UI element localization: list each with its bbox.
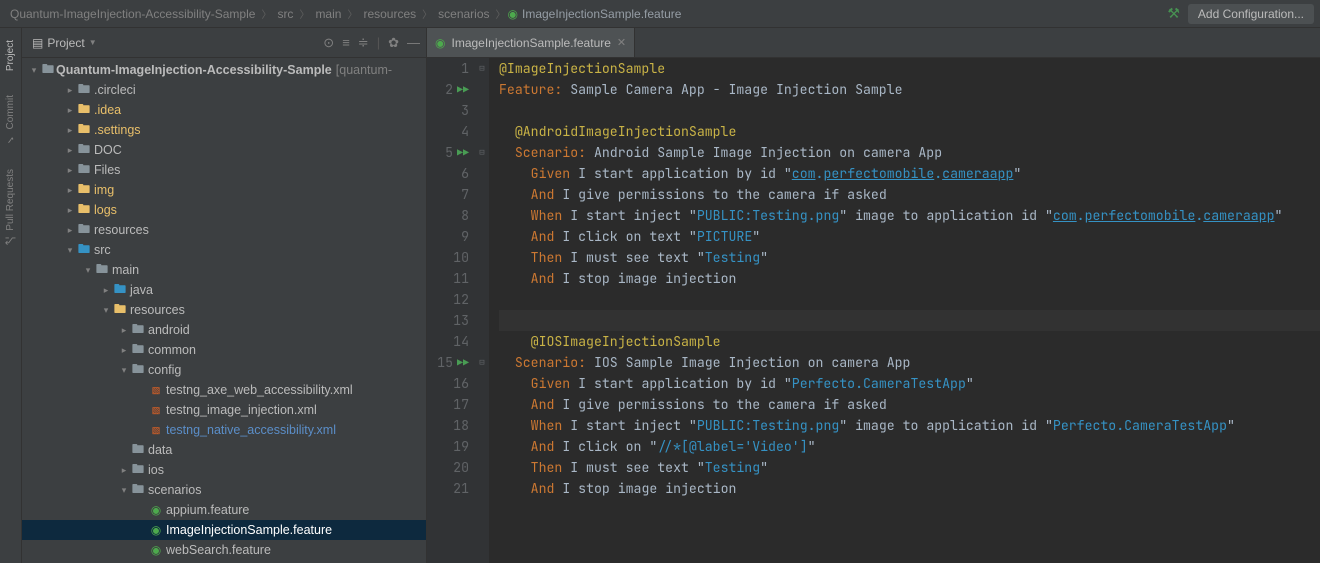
project-header: ▤ Project ▼ ⊙ ≡ ≑ | ✿ — xyxy=(22,28,426,58)
editor: ◉ ImageInjectionSample.feature ✕ 12▶▶345… xyxy=(427,28,1320,563)
tree-item[interactable]: ▾🖿config xyxy=(22,360,426,380)
chevron-right-icon: 〉 xyxy=(496,6,506,21)
tree-item[interactable]: ▾🖿scenarios xyxy=(22,480,426,500)
tree-item[interactable]: ▸🖿resources xyxy=(22,220,426,240)
cucumber-icon: ◉ xyxy=(435,36,445,50)
tree-item[interactable]: ▧testng_axe_web_accessibility.xml xyxy=(22,380,426,400)
tree-item[interactable]: ▸🖿img xyxy=(22,180,426,200)
breadcrumb-item[interactable]: resources xyxy=(359,5,420,23)
project-icon: ▤ xyxy=(32,36,43,50)
tool-window-rail: Project ✓Commit ⎇Pull Requests xyxy=(0,28,22,563)
collapse-all-icon[interactable]: ≑ xyxy=(358,35,369,51)
chevron-down-icon: ▼ xyxy=(89,38,97,47)
top-bar: Quantum-ImageInjection-Accessibility-Sam… xyxy=(0,0,1320,28)
tree-item[interactable]: ▸🖿.settings xyxy=(22,120,426,140)
tree-item[interactable]: ▾🖿main xyxy=(22,260,426,280)
top-right-toolbar: ⚒ Add Configuration... xyxy=(1167,4,1314,24)
tree-item[interactable]: ▸🖿DOC xyxy=(22,140,426,160)
rail-project[interactable]: Project xyxy=(5,40,16,71)
tree-item[interactable]: ▧testng_native_accessibility.xml xyxy=(22,420,426,440)
breadcrumb-file[interactable]: ◉ ImageInjectionSample.feature xyxy=(508,7,682,21)
tree-item[interactable]: ◉appium.feature xyxy=(22,500,426,520)
tree-item[interactable]: ▾🖿resources xyxy=(22,300,426,320)
chevron-right-icon: 〉 xyxy=(422,6,432,21)
breadcrumb-item[interactable]: main xyxy=(311,5,345,23)
tree-item[interactable]: ▸🖿Files xyxy=(22,160,426,180)
tree-item[interactable]: ▸🖿.idea xyxy=(22,100,426,120)
breadcrumb-file-label: ImageInjectionSample.feature xyxy=(522,7,681,21)
chevron-right-icon: 〉 xyxy=(299,6,309,21)
build-icon[interactable]: ⚒ xyxy=(1167,5,1180,22)
tree-item[interactable]: ▸🖿ios xyxy=(22,460,426,480)
gutter-line-numbers[interactable]: 12▶▶345▶▶6789101112131415▶▶161718192021 xyxy=(427,58,475,563)
settings-icon[interactable]: ✿ xyxy=(388,35,399,51)
tree-item[interactable]: ▸🖿common xyxy=(22,340,426,360)
tree-item[interactable]: ▸🖿android xyxy=(22,320,426,340)
rail-pull-requests[interactable]: ⎇Pull Requests xyxy=(5,169,16,246)
tree-item[interactable]: ▧testng_image_injection.xml xyxy=(22,400,426,420)
tree-item[interactable]: 🖿data xyxy=(22,440,426,460)
breadcrumbs: Quantum-ImageInjection-Accessibility-Sam… xyxy=(6,5,1167,23)
tree-root[interactable]: ▾🖿Quantum-ImageInjection-Accessibility-S… xyxy=(22,60,426,80)
code-area: 12▶▶345▶▶6789101112131415▶▶161718192021 … xyxy=(427,58,1320,563)
tree-item[interactable]: ▸🖿logs xyxy=(22,200,426,220)
tree-item[interactable]: ◉webSearch.feature xyxy=(22,540,426,560)
add-configuration-button[interactable]: Add Configuration... xyxy=(1188,4,1314,24)
project-tool-window: ▤ Project ▼ ⊙ ≡ ≑ | ✿ — ▾🖿Quantum-ImageI… xyxy=(22,28,427,563)
editor-tab-label: ImageInjectionSample.feature xyxy=(451,36,610,50)
breadcrumb-item[interactable]: src xyxy=(273,5,297,23)
chevron-right-icon: 〉 xyxy=(347,6,357,21)
project-tree[interactable]: ▾🖿Quantum-ImageInjection-Accessibility-S… xyxy=(22,58,426,563)
hide-icon[interactable]: — xyxy=(407,35,420,51)
expand-all-icon[interactable]: ≡ xyxy=(342,35,350,51)
gutter-folding[interactable]: ⊟⊟⊟ xyxy=(475,58,489,563)
tree-item[interactable]: ◉ImageInjectionSample.feature xyxy=(22,520,426,540)
cucumber-icon: ◉ xyxy=(508,7,518,21)
locate-icon[interactable]: ⊙ xyxy=(323,35,334,51)
close-tab-icon[interactable]: ✕ xyxy=(617,36,626,49)
editor-tab[interactable]: ◉ ImageInjectionSample.feature ✕ xyxy=(427,28,635,57)
rail-commit[interactable]: ✓Commit xyxy=(5,95,16,144)
project-view-selector[interactable]: ▤ Project ▼ xyxy=(32,36,317,50)
breadcrumb-item[interactable]: scenarios xyxy=(434,5,493,23)
code-body[interactable]: @ImageInjectionSampleFeature: Sample Cam… xyxy=(489,58,1320,563)
chevron-right-icon: 〉 xyxy=(261,6,271,21)
tree-item[interactable]: ▾🖿src xyxy=(22,240,426,260)
tree-item[interactable]: ▸🖿.circleci xyxy=(22,80,426,100)
breadcrumb-item[interactable]: Quantum-ImageInjection-Accessibility-Sam… xyxy=(6,5,259,23)
editor-tabs: ◉ ImageInjectionSample.feature ✕ xyxy=(427,28,1320,58)
tree-item[interactable]: ▸🖿java xyxy=(22,280,426,300)
